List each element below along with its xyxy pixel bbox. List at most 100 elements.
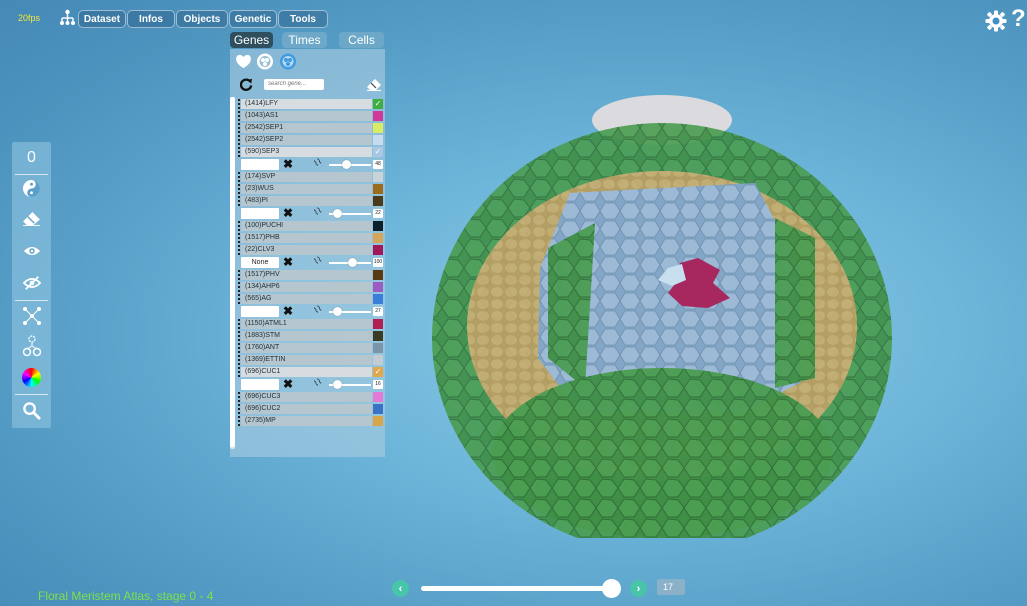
- drag-handle[interactable]: [238, 99, 240, 109]
- gene-row[interactable]: (565)AG: [241, 294, 372, 304]
- time-slider-handle[interactable]: [602, 579, 621, 598]
- network-icon[interactable]: [21, 305, 42, 326]
- gene-color-swatch[interactable]: [373, 196, 383, 206]
- gene-color-swatch[interactable]: [373, 416, 383, 426]
- gene-color-swatch[interactable]: [373, 319, 383, 329]
- dataset-menu[interactable]: Dataset: [78, 10, 126, 28]
- drag-handle[interactable]: [238, 135, 240, 145]
- gene-color-swatch[interactable]: [373, 392, 383, 402]
- infos-menu[interactable]: Infos: [127, 10, 175, 28]
- close-icon[interactable]: ✖: [283, 304, 293, 318]
- threshold-slider-handle[interactable]: [333, 380, 343, 389]
- threshold-slider-handle[interactable]: [333, 307, 343, 316]
- gene-row[interactable]: (1517)PHB: [241, 233, 372, 243]
- drag-handle[interactable]: [238, 319, 240, 329]
- drag-handle[interactable]: [238, 184, 240, 194]
- gene-row[interactable]: (1043)AS1: [241, 111, 372, 121]
- search-icon[interactable]: [21, 400, 42, 421]
- gene-row[interactable]: (174)SVP: [241, 172, 372, 182]
- expression-dropdown[interactable]: [241, 379, 279, 390]
- gene-row[interactable]: (1517)PHV: [241, 270, 372, 280]
- gene-color-swatch[interactable]: [373, 331, 383, 341]
- gene-row[interactable]: (590)SEP3: [241, 147, 372, 157]
- drag-handle[interactable]: [238, 111, 240, 121]
- drag-handle[interactable]: [238, 392, 240, 402]
- gene-color-swatch[interactable]: [373, 184, 383, 194]
- drag-handle[interactable]: [238, 245, 240, 255]
- gear-icon[interactable]: [985, 10, 1007, 32]
- threshold-value[interactable]: 22: [373, 209, 383, 218]
- drag-handle[interactable]: [238, 147, 240, 157]
- expression-dropdown[interactable]: [241, 208, 279, 219]
- objects-menu[interactable]: Objects: [176, 10, 228, 28]
- eye-hidden-icon[interactable]: [21, 272, 42, 293]
- tab-times[interactable]: Times: [282, 32, 327, 48]
- close-icon[interactable]: ✖: [283, 377, 293, 391]
- threshold-slider-handle[interactable]: [341, 160, 351, 169]
- cell-group-blue-icon[interactable]: [279, 53, 297, 70]
- gene-row[interactable]: (23)WUS: [241, 184, 372, 194]
- cell-shape-icon[interactable]: [235, 54, 252, 69]
- drag-handle[interactable]: [238, 123, 240, 133]
- drag-handle[interactable]: [238, 343, 240, 353]
- close-icon[interactable]: ✖: [283, 255, 293, 269]
- gene-row[interactable]: (22)CLV3: [241, 245, 372, 255]
- threshold-value[interactable]: 16: [373, 380, 383, 389]
- genetic-menu[interactable]: Genetic: [229, 10, 277, 28]
- gene-row[interactable]: (1414)LFY: [241, 99, 372, 109]
- gene-color-swatch[interactable]: [373, 172, 383, 182]
- gene-row[interactable]: (2542)SEP2: [241, 135, 372, 145]
- gene-row[interactable]: (696)CUC3: [241, 392, 372, 402]
- drag-handle[interactable]: [238, 221, 240, 231]
- threshold-value[interactable]: 27: [373, 307, 383, 316]
- help-icon[interactable]: ?: [1011, 6, 1026, 32]
- eye-icon[interactable]: [21, 240, 42, 261]
- close-icon[interactable]: ✖: [283, 157, 293, 171]
- expression-dropdown[interactable]: [241, 159, 279, 170]
- color-wheel-icon[interactable]: [21, 367, 42, 388]
- gene-color-swatch[interactable]: [373, 135, 383, 145]
- drag-handle[interactable]: [238, 367, 240, 377]
- hierarchy-icon[interactable]: [59, 9, 76, 26]
- gene-color-swatch[interactable]: [373, 245, 383, 255]
- gene-color-swatch[interactable]: ✓: [373, 99, 383, 109]
- gene-row[interactable]: (696)CUC2: [241, 404, 372, 414]
- gene-color-swatch[interactable]: [373, 221, 383, 231]
- threshold-value[interactable]: 48: [373, 160, 383, 169]
- close-icon[interactable]: ✖: [283, 206, 293, 220]
- yin-yang-icon[interactable]: [21, 178, 42, 199]
- eraser-icon[interactable]: [21, 208, 42, 229]
- drag-handle[interactable]: [238, 196, 240, 206]
- cell-division-icon[interactable]: [21, 334, 42, 356]
- scrollbar[interactable]: [230, 97, 235, 449]
- gene-color-swatch[interactable]: [373, 282, 383, 292]
- gene-color-swatch[interactable]: [373, 343, 383, 353]
- next-time-button[interactable]: ›: [630, 580, 647, 597]
- drag-handle[interactable]: [238, 416, 240, 426]
- gene-color-swatch[interactable]: [373, 111, 383, 121]
- drag-handle[interactable]: [238, 172, 240, 182]
- time-slider[interactable]: [421, 586, 621, 591]
- gene-row[interactable]: (2542)SEP1: [241, 123, 372, 133]
- expression-dropdown[interactable]: [241, 306, 279, 317]
- gene-row[interactable]: (1369)ETTIN: [241, 355, 372, 365]
- gene-color-swatch[interactable]: [373, 294, 383, 304]
- prev-time-button[interactable]: ‹: [392, 580, 409, 597]
- scrollbar-thumb[interactable]: [230, 97, 235, 447]
- gene-row[interactable]: (696)CUC1: [241, 367, 372, 377]
- drag-handle[interactable]: [238, 404, 240, 414]
- drag-handle[interactable]: [238, 331, 240, 341]
- gene-row[interactable]: (2735)MP: [241, 416, 372, 426]
- threshold-value[interactable]: 100: [373, 258, 383, 267]
- gene-color-swatch[interactable]: ✓: [373, 367, 383, 377]
- gene-color-swatch[interactable]: [373, 270, 383, 280]
- threshold-slider-handle[interactable]: [333, 209, 343, 218]
- drag-handle[interactable]: [238, 270, 240, 280]
- gene-color-swatch[interactable]: [373, 123, 383, 133]
- tab-cells[interactable]: Cells: [339, 32, 384, 48]
- gene-color-swatch[interactable]: [373, 233, 383, 243]
- expression-dropdown[interactable]: None: [241, 257, 279, 268]
- tools-menu[interactable]: Tools: [278, 10, 328, 28]
- drag-handle[interactable]: [238, 233, 240, 243]
- gene-row[interactable]: (1883)STM: [241, 331, 372, 341]
